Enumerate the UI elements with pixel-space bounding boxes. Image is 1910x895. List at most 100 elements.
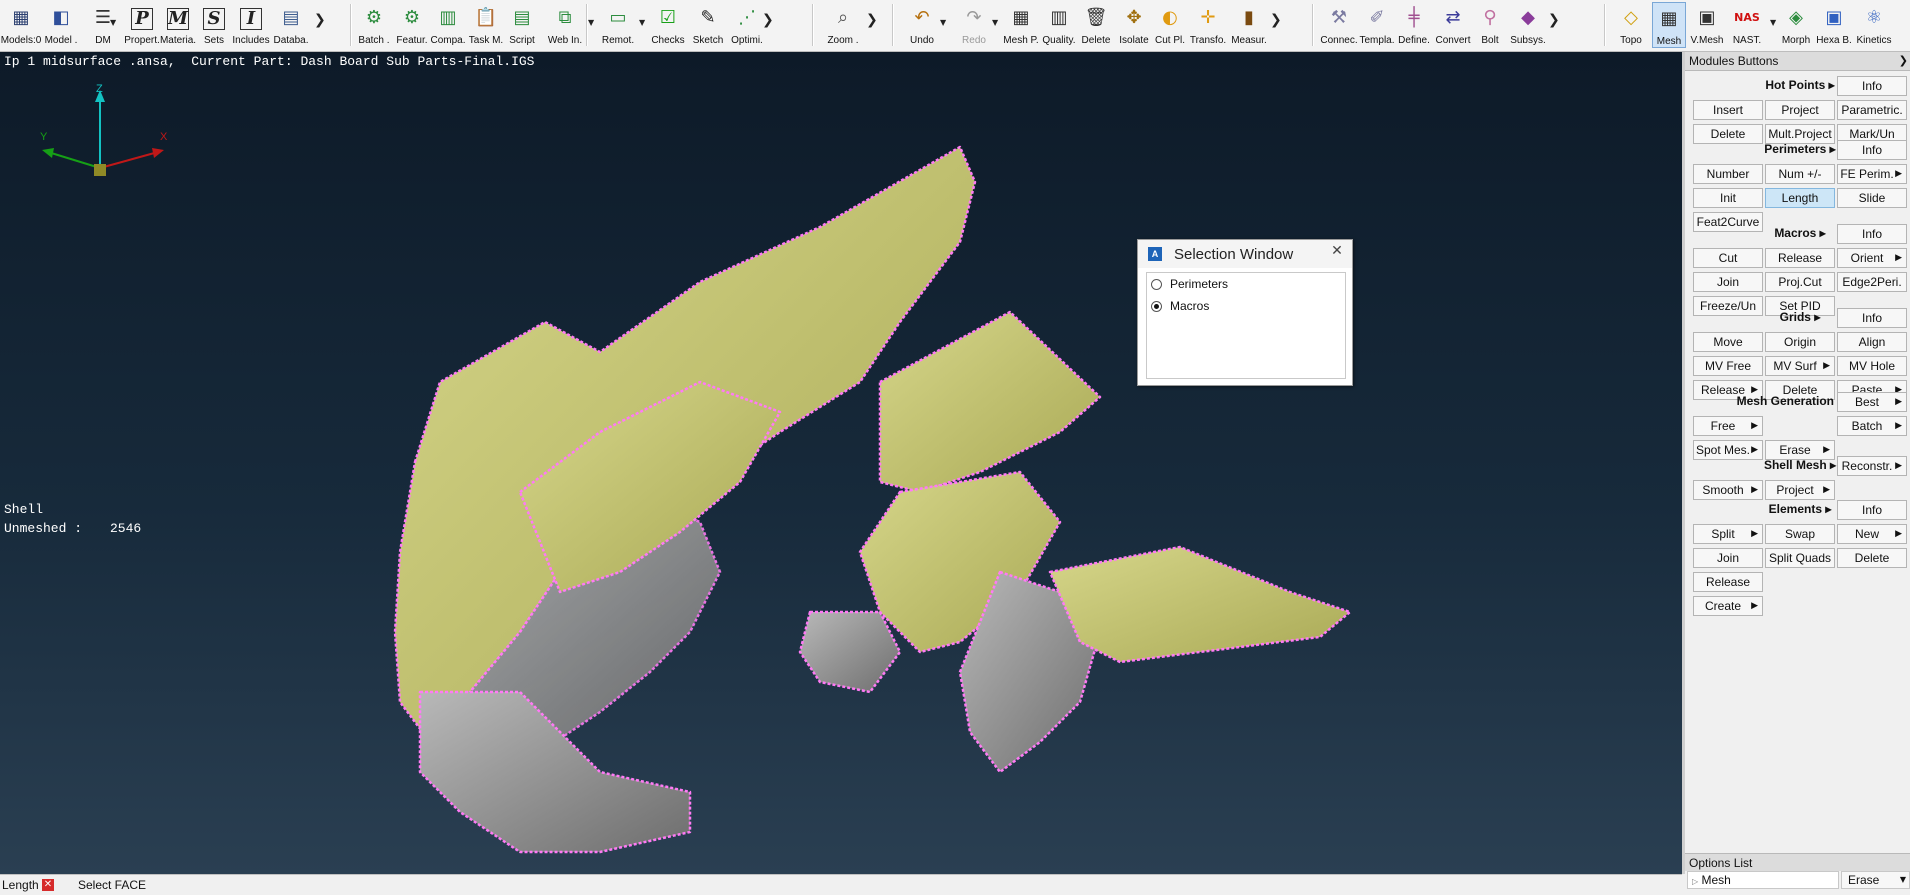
radio-perimeters-indicator[interactable] bbox=[1151, 278, 1162, 290]
toolbar-button-cut-plane[interactable]: ◐ Cut Pl. bbox=[1152, 2, 1188, 48]
toolbar-button-quality[interactable]: ▥ Quality. bbox=[1040, 2, 1078, 48]
toolbar-button-optimization[interactable]: ⋰ Optimi. bbox=[727, 2, 767, 48]
module-button-slide[interactable]: Slide bbox=[1837, 188, 1907, 208]
toolbar-button-morph[interactable]: ◈ Morph bbox=[1778, 2, 1814, 48]
module-button-split-quads[interactable]: Split Quads bbox=[1765, 548, 1835, 568]
module-button-cut[interactable]: Cut bbox=[1693, 248, 1763, 268]
module-button-mv-free[interactable]: MV Free bbox=[1693, 356, 1763, 376]
section-title[interactable]: Elements ▸ bbox=[1755, 502, 1845, 516]
section-title[interactable]: Perimeters ▸ bbox=[1755, 142, 1845, 156]
toolbar-button-mesh[interactable]: ▦ Mesh bbox=[1652, 2, 1686, 48]
module-button-move[interactable]: Move bbox=[1693, 332, 1763, 352]
toolbar-button-measure[interactable]: ▮ Measur. bbox=[1228, 2, 1270, 48]
toolbar-button-remote[interactable]: ▭ Remot. bbox=[596, 2, 640, 48]
toolbar-button-transform[interactable]: ✛ Transfo. bbox=[1190, 2, 1226, 48]
selection-window-titlebar[interactable]: A Selection Window ✕ bbox=[1138, 240, 1352, 268]
module-button-align[interactable]: Align bbox=[1837, 332, 1907, 352]
module-button-new[interactable]: New ▶ bbox=[1837, 524, 1907, 544]
module-button-info[interactable]: Info bbox=[1837, 140, 1907, 160]
module-button-info[interactable]: Info bbox=[1837, 500, 1907, 520]
module-button-fe-perim[interactable]: FE Perim. ▶ bbox=[1837, 164, 1907, 184]
toolbar-button-compare[interactable]: ▥ Compa. bbox=[430, 2, 466, 48]
graphics-viewport[interactable]: Ip 1 midsurface .ansa, Current Part: Das… bbox=[0, 52, 1682, 874]
toolbar-button-batch[interactable]: ⚙ Batch . bbox=[356, 2, 392, 48]
toolbar-button-checks[interactable]: ☑ Checks bbox=[648, 2, 688, 48]
toolbar-button-includes[interactable]: I Includes bbox=[232, 2, 270, 48]
module-button-best[interactable]: Best ▶ bbox=[1837, 392, 1907, 412]
toolbar-more-icon[interactable]: ❯ bbox=[1270, 12, 1282, 28]
dropdown-arrow-icon[interactable]: ▼ bbox=[1770, 18, 1776, 27]
toolbar-more-icon[interactable]: ❯ bbox=[762, 12, 774, 28]
close-icon[interactable]: ✕ bbox=[1326, 242, 1348, 260]
toolbar-button-subsystems[interactable]: ◆ Subsys. bbox=[1508, 2, 1548, 48]
toolbar-button-model[interactable]: ◧ Model . bbox=[42, 2, 80, 48]
module-button-split[interactable]: Split ▶ bbox=[1693, 524, 1763, 544]
radio-macros-indicator[interactable] bbox=[1151, 300, 1162, 312]
module-button-info[interactable]: Info bbox=[1837, 76, 1907, 96]
toolbar-button-connections[interactable]: ⚒ Connec. bbox=[1320, 2, 1358, 48]
module-button-create[interactable]: Create ▶ bbox=[1693, 596, 1763, 616]
module-button-info[interactable]: Info bbox=[1837, 224, 1907, 244]
module-button-origin[interactable]: Origin bbox=[1765, 332, 1835, 352]
radio-macros[interactable]: Macros bbox=[1147, 295, 1345, 317]
module-button-edge2peri[interactable]: Edge2Peri. bbox=[1837, 272, 1907, 292]
toolbar-more-icon[interactable]: ❯ bbox=[866, 12, 878, 28]
module-button-swap[interactable]: Swap bbox=[1765, 524, 1835, 544]
module-button-number[interactable]: Number bbox=[1693, 164, 1763, 184]
module-button-info[interactable]: Info bbox=[1837, 308, 1907, 328]
section-title[interactable]: Macros ▸ bbox=[1755, 226, 1845, 240]
toolbar-button-script[interactable]: ▤ Script bbox=[504, 2, 540, 48]
module-button-feat2curve[interactable]: Feat2Curve bbox=[1693, 212, 1763, 232]
dropdown-arrow-icon[interactable]: ▼ bbox=[992, 18, 998, 27]
toolbar-button-models[interactable]: ▦ Models:0 bbox=[1, 2, 42, 48]
toolbar-button-hexa-block[interactable]: ▣ Hexa B. bbox=[1816, 2, 1852, 48]
toolbar-button-undo[interactable]: ↶ Undo bbox=[902, 2, 942, 48]
module-button-num[interactable]: Num +/- bbox=[1765, 164, 1835, 184]
toolbar-button-isolate[interactable]: ✥ Isolate bbox=[1116, 2, 1152, 48]
module-button-proj-cut[interactable]: Proj.Cut bbox=[1765, 272, 1835, 292]
toolbar-button-convert[interactable]: ⇄ Convert bbox=[1434, 2, 1472, 48]
toolbar-button-database[interactable]: ▤ Databa. bbox=[270, 2, 312, 48]
module-button-release[interactable]: Release bbox=[1765, 248, 1835, 268]
collapse-icon[interactable]: ❯ bbox=[1899, 52, 1908, 70]
toolbar-button-nastran[interactable]: NAS NAST. bbox=[1726, 2, 1768, 48]
toolbar-more-icon[interactable]: ❯ bbox=[314, 12, 326, 28]
module-button-join[interactable]: Join bbox=[1693, 548, 1763, 568]
module-button-reconstr[interactable]: Reconstr. ▶ bbox=[1837, 456, 1907, 476]
toolbar-button-sketch[interactable]: ✎ Sketch bbox=[690, 2, 726, 48]
toolbar-button-zoom[interactable]: ⌕ Zoom . bbox=[822, 2, 864, 48]
toolbar-button-delete[interactable]: 🗑 Delete bbox=[1078, 2, 1114, 48]
module-button-freeze-un[interactable]: Freeze/Un bbox=[1693, 296, 1763, 316]
module-button-parametric[interactable]: Parametric. bbox=[1837, 100, 1907, 120]
toolbar-button-bolt[interactable]: ⚲ Bolt bbox=[1472, 2, 1508, 48]
dashboard-model[interactable] bbox=[0, 52, 1682, 874]
module-button-delete[interactable]: Delete bbox=[1837, 548, 1907, 568]
module-button-batch[interactable]: Batch ▶ bbox=[1837, 416, 1907, 436]
toolbar-button-kinetics[interactable]: ⚛ Kinetics bbox=[1854, 2, 1894, 48]
module-button-spot-mes[interactable]: Spot Mes. ▶ bbox=[1693, 440, 1763, 460]
toolbar-button-volume-mesh[interactable]: ▣ V.Mesh bbox=[1688, 2, 1726, 48]
module-button-erase[interactable]: Erase ▶ bbox=[1765, 440, 1835, 460]
selection-window[interactable]: A Selection Window ✕ Perimeters Macros bbox=[1137, 239, 1353, 386]
toolbar-button-redo[interactable]: ↷ Redo bbox=[954, 2, 994, 48]
section-title[interactable]: Grids ▸ bbox=[1755, 310, 1845, 324]
module-button-length[interactable]: Length bbox=[1765, 188, 1835, 208]
module-button-init[interactable]: Init bbox=[1693, 188, 1763, 208]
cancel-mode-icon[interactable]: ✕ bbox=[42, 879, 54, 891]
toolbar-button-mesh-parameters[interactable]: ▦ Mesh P. bbox=[1002, 2, 1040, 48]
toolbar-button-sets[interactable]: S Sets bbox=[198, 2, 230, 48]
dropdown-arrow-icon[interactable]: ▼ bbox=[940, 18, 946, 27]
toolbar-button-topo[interactable]: ◇ Topo bbox=[1614, 2, 1648, 48]
module-button-join[interactable]: Join bbox=[1693, 272, 1763, 292]
toolbar-button-features[interactable]: ⚙ Featur. bbox=[394, 2, 430, 48]
options-list-item[interactable]: ▷ Mesh bbox=[1687, 871, 1839, 889]
module-button-project[interactable]: Project ▶ bbox=[1765, 480, 1835, 500]
module-button-project[interactable]: Project bbox=[1765, 100, 1835, 120]
dropdown-arrow-icon[interactable]: ▼ bbox=[639, 18, 645, 27]
module-button-free[interactable]: Free ▶ bbox=[1693, 416, 1763, 436]
module-button-mv-hole[interactable]: MV Hole bbox=[1837, 356, 1907, 376]
section-title[interactable]: Hot Points ▸ bbox=[1755, 78, 1845, 92]
module-button-delete[interactable]: Delete bbox=[1693, 124, 1763, 144]
dropdown-arrow-icon[interactable]: ▼ bbox=[588, 18, 594, 27]
module-button-release[interactable]: Release bbox=[1693, 572, 1763, 592]
